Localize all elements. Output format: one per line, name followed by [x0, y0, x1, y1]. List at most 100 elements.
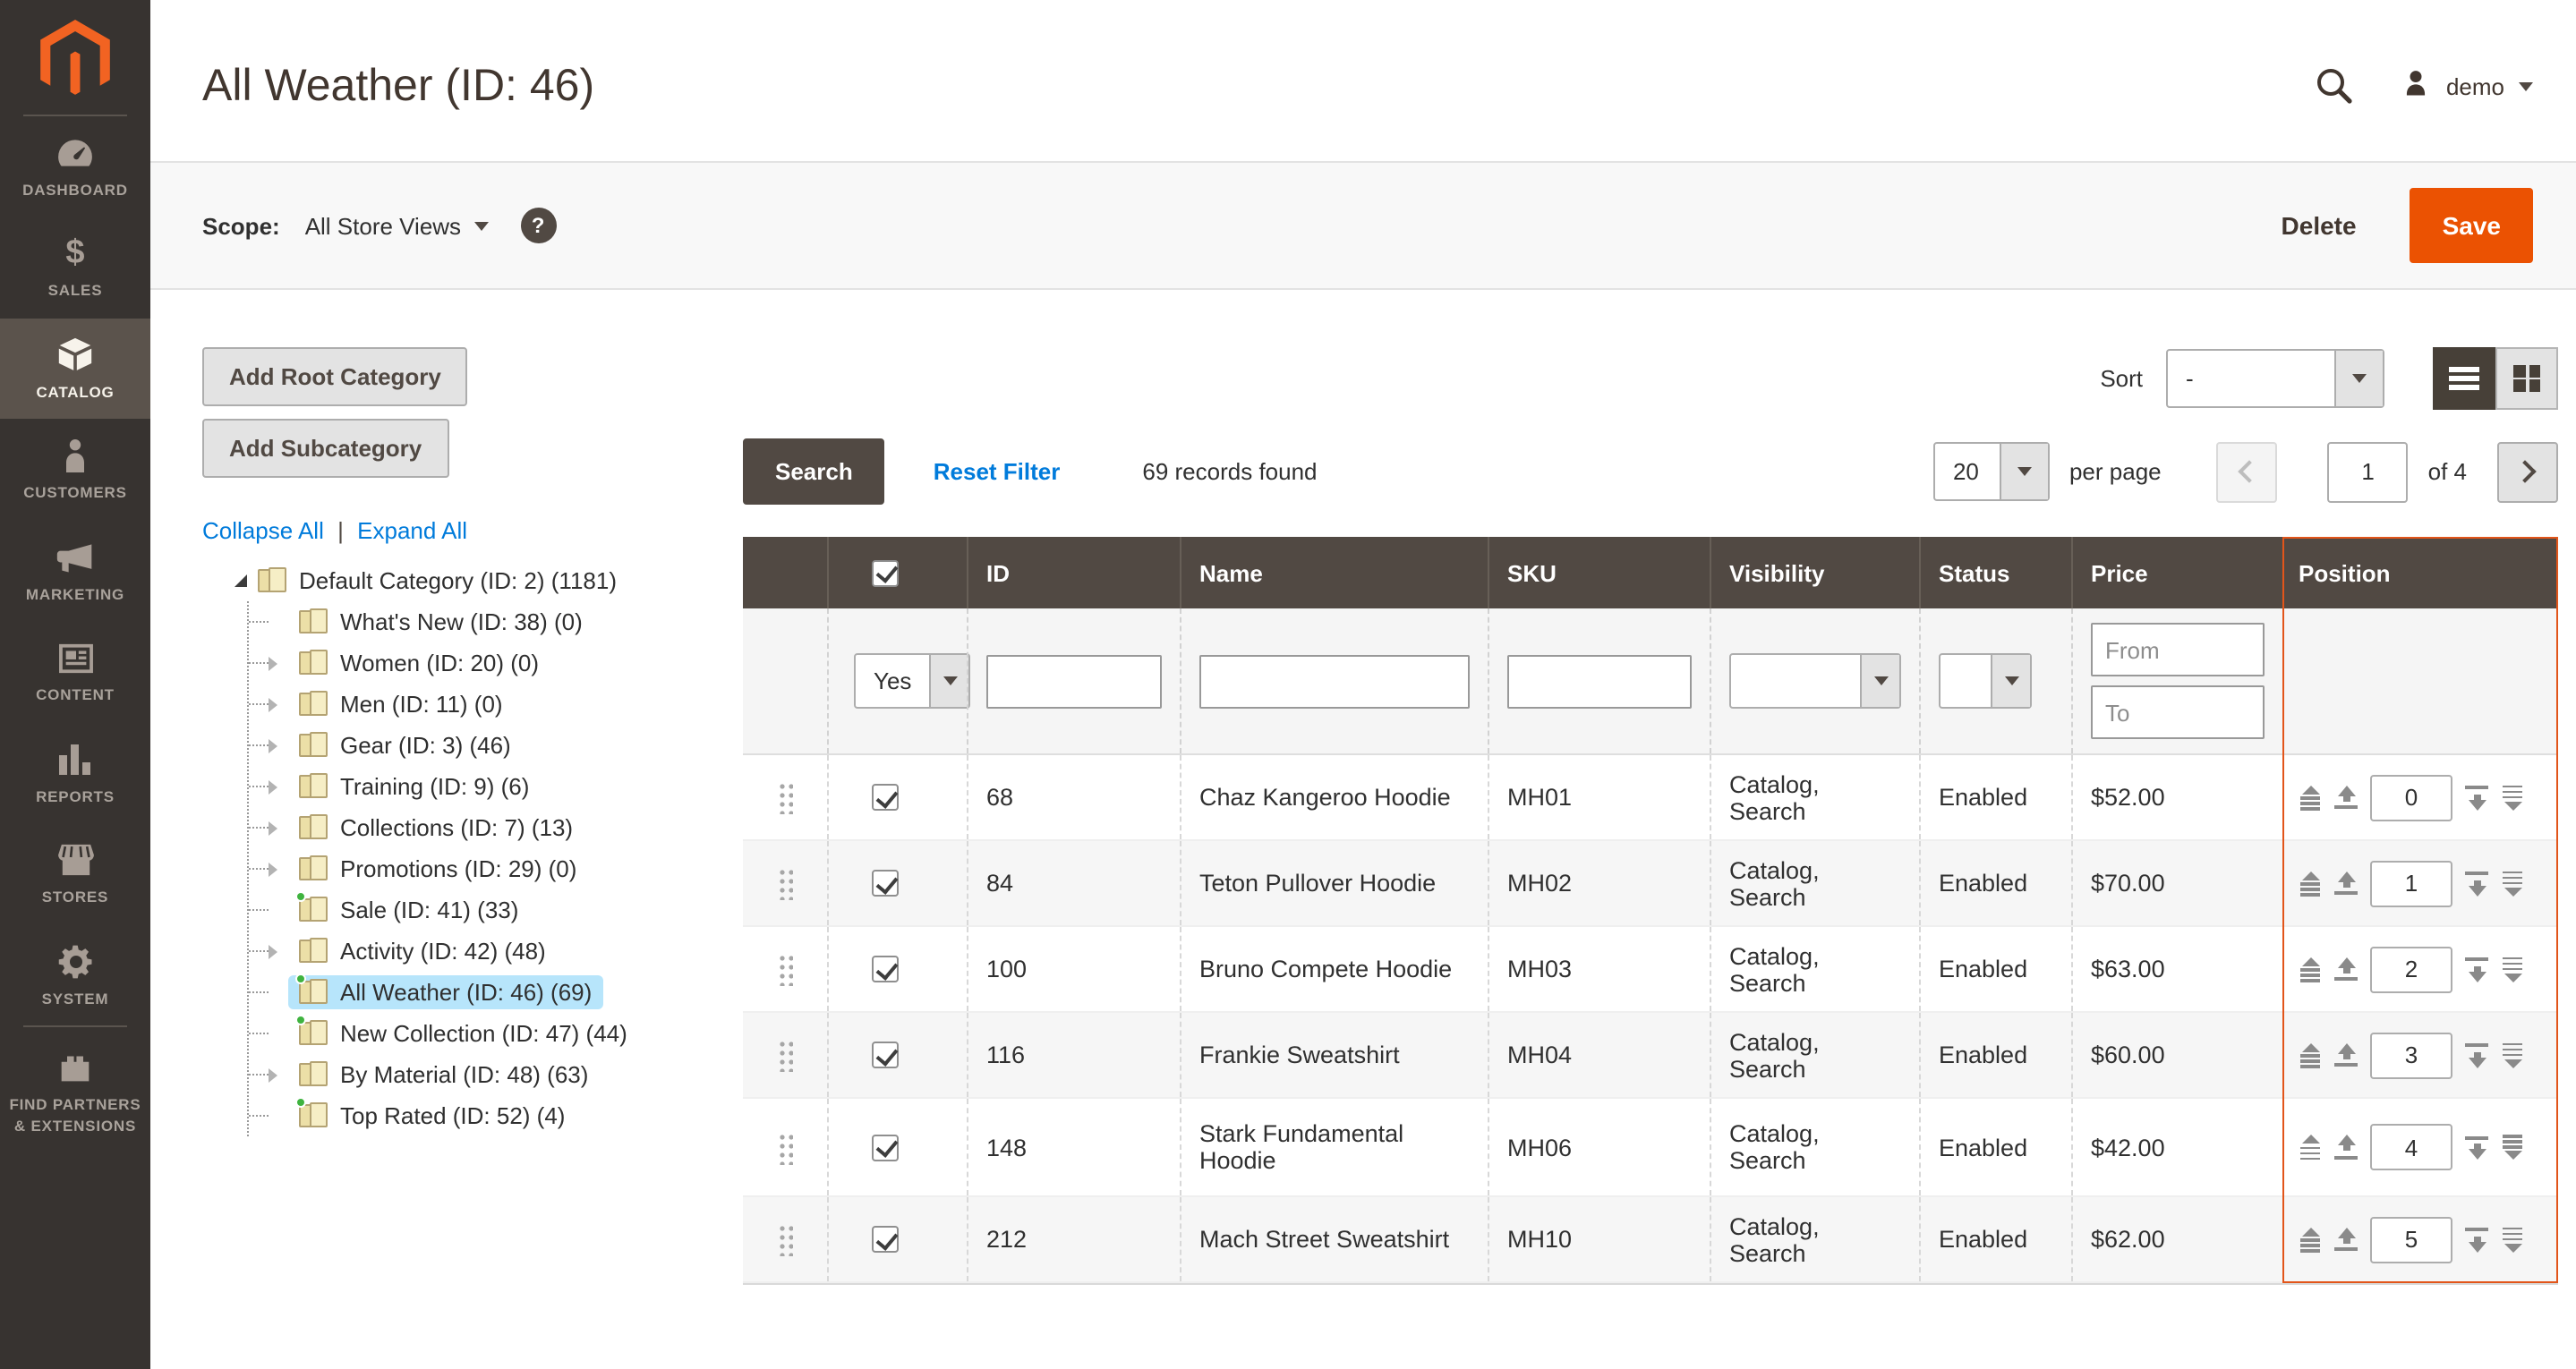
- tree-node[interactable]: Collections (ID: 7) (13): [249, 807, 743, 848]
- move-up-icon[interactable]: [2334, 1042, 2358, 1067]
- scope-selector[interactable]: All Store Views: [305, 212, 488, 239]
- row-checkbox[interactable]: [872, 956, 899, 982]
- drag-handle-icon[interactable]: [777, 866, 793, 900]
- position-input[interactable]: [2370, 1124, 2452, 1170]
- tree-node[interactable]: Sale (ID: 41) (33): [249, 889, 743, 931]
- move-top-icon[interactable]: [2299, 957, 2322, 982]
- page-number-input[interactable]: [2328, 441, 2409, 502]
- price-from-input[interactable]: [2091, 623, 2265, 676]
- position-input[interactable]: [2370, 860, 2452, 906]
- position-input[interactable]: [2370, 774, 2452, 821]
- sidebar-item-customers[interactable]: CUSTOMERS: [0, 420, 150, 521]
- column-header-status[interactable]: Status: [1919, 537, 2071, 608]
- tree-node[interactable]: What's New (ID: 38) (0): [249, 601, 743, 642]
- position-input[interactable]: [2370, 1032, 2452, 1078]
- sku-filter-input[interactable]: [1507, 654, 1692, 708]
- drag-handle-icon[interactable]: [777, 780, 793, 814]
- move-up-icon[interactable]: [2334, 957, 2358, 982]
- move-down-icon[interactable]: [2465, 785, 2488, 810]
- move-up-icon[interactable]: [2334, 1227, 2358, 1252]
- expand-icon[interactable]: [269, 862, 277, 876]
- move-down-icon[interactable]: [2465, 871, 2488, 896]
- sidebar-item-reports[interactable]: REPORTS: [0, 723, 150, 824]
- column-header-visibility[interactable]: Visibility: [1710, 537, 1919, 608]
- move-bottom-icon[interactable]: [2501, 1227, 2524, 1252]
- move-top-icon[interactable]: [2299, 1135, 2322, 1160]
- move-bottom-icon[interactable]: [2501, 1042, 2524, 1067]
- expand-icon[interactable]: [269, 697, 277, 711]
- tree-node-root[interactable]: Default Category (ID: 2) (1181): [235, 558, 743, 601]
- tree-node-selected[interactable]: All Weather (ID: 46) (69): [249, 972, 743, 1013]
- sidebar-item-marketing[interactable]: MARKETING: [0, 521, 150, 622]
- expand-icon[interactable]: [269, 1067, 277, 1082]
- add-subcategory-button[interactable]: Add Subcategory: [202, 419, 448, 478]
- move-top-icon[interactable]: [2299, 1227, 2322, 1252]
- expand-icon[interactable]: [269, 944, 277, 958]
- tree-node[interactable]: Women (ID: 20) (0): [249, 642, 743, 684]
- sidebar-item-find-partners[interactable]: FIND PARTNERS & EXTENSIONS: [0, 1027, 150, 1152]
- search-button[interactable]: Search: [743, 438, 885, 505]
- move-bottom-icon[interactable]: [2501, 957, 2524, 982]
- tree-node[interactable]: Training (ID: 9) (6): [249, 766, 743, 807]
- column-header-position[interactable]: Position: [2282, 537, 2558, 608]
- sidebar-item-content[interactable]: CONTENT: [0, 622, 150, 723]
- next-page-button[interactable]: [2497, 441, 2558, 502]
- row-checkbox[interactable]: [872, 1042, 899, 1068]
- move-up-icon[interactable]: [2334, 785, 2358, 810]
- expand-icon[interactable]: [269, 779, 277, 794]
- list-view-button[interactable]: [2433, 347, 2495, 410]
- tree-node[interactable]: Top Rated (ID: 52) (4): [249, 1095, 743, 1136]
- delete-button[interactable]: Delete: [2282, 211, 2357, 240]
- move-top-icon[interactable]: [2299, 1042, 2322, 1067]
- move-down-icon[interactable]: [2465, 1227, 2488, 1252]
- magento-logo[interactable]: [0, 0, 150, 115]
- collapse-arrow-icon[interactable]: [235, 574, 247, 586]
- select-all-checkbox[interactable]: [872, 559, 899, 586]
- drag-handle-icon[interactable]: [777, 1038, 793, 1072]
- save-button[interactable]: Save: [2410, 188, 2533, 263]
- drag-handle-icon[interactable]: [777, 1130, 793, 1164]
- tree-node[interactable]: Activity (ID: 42) (48): [249, 931, 743, 972]
- sidebar-item-catalog[interactable]: CATALOG: [0, 319, 150, 420]
- position-input[interactable]: [2370, 946, 2452, 992]
- row-checkbox[interactable]: [872, 784, 899, 811]
- add-root-category-button[interactable]: Add Root Category: [202, 347, 468, 406]
- grid-view-button[interactable]: [2495, 347, 2558, 410]
- status-filter-select[interactable]: [1939, 653, 2032, 709]
- per-page-select[interactable]: 20: [1933, 442, 2050, 501]
- tree-node[interactable]: Promotions (ID: 29) (0): [249, 848, 743, 889]
- position-input[interactable]: [2370, 1216, 2452, 1263]
- checkbox-filter-select[interactable]: Yes: [854, 653, 970, 709]
- move-down-icon[interactable]: [2465, 1042, 2488, 1067]
- move-top-icon[interactable]: [2299, 785, 2322, 810]
- move-bottom-icon[interactable]: [2501, 1135, 2524, 1160]
- sidebar-item-dashboard[interactable]: DASHBOARD: [0, 116, 150, 217]
- tree-node[interactable]: New Collection (ID: 47) (44): [249, 1013, 743, 1054]
- sidebar-item-system[interactable]: SYSTEM: [0, 925, 150, 1026]
- column-header-price[interactable]: Price: [2071, 537, 2282, 608]
- row-checkbox[interactable]: [872, 1226, 899, 1253]
- tree-node[interactable]: Men (ID: 11) (0): [249, 684, 743, 725]
- expand-all-link[interactable]: Expand All: [357, 517, 467, 544]
- collapse-all-link[interactable]: Collapse All: [202, 517, 324, 544]
- expand-icon[interactable]: [269, 656, 277, 670]
- move-up-icon[interactable]: [2334, 871, 2358, 896]
- move-bottom-icon[interactable]: [2501, 871, 2524, 896]
- move-down-icon[interactable]: [2465, 1135, 2488, 1160]
- column-header-sku[interactable]: SKU: [1488, 537, 1710, 608]
- sort-select[interactable]: -: [2166, 349, 2384, 408]
- column-header-name[interactable]: Name: [1180, 537, 1488, 608]
- visibility-filter-select[interactable]: [1729, 653, 1901, 709]
- name-filter-input[interactable]: [1199, 654, 1470, 708]
- drag-handle-icon[interactable]: [777, 952, 793, 986]
- row-checkbox[interactable]: [872, 1134, 899, 1161]
- tree-node[interactable]: By Material (ID: 48) (63): [249, 1054, 743, 1095]
- move-down-icon[interactable]: [2465, 957, 2488, 982]
- drag-handle-icon[interactable]: [777, 1222, 793, 1256]
- tree-node[interactable]: Gear (ID: 3) (46): [249, 725, 743, 766]
- row-checkbox[interactable]: [872, 870, 899, 897]
- id-filter-input[interactable]: [986, 654, 1162, 708]
- previous-page-button[interactable]: [2217, 441, 2278, 502]
- expand-icon[interactable]: [269, 821, 277, 835]
- move-up-icon[interactable]: [2334, 1135, 2358, 1160]
